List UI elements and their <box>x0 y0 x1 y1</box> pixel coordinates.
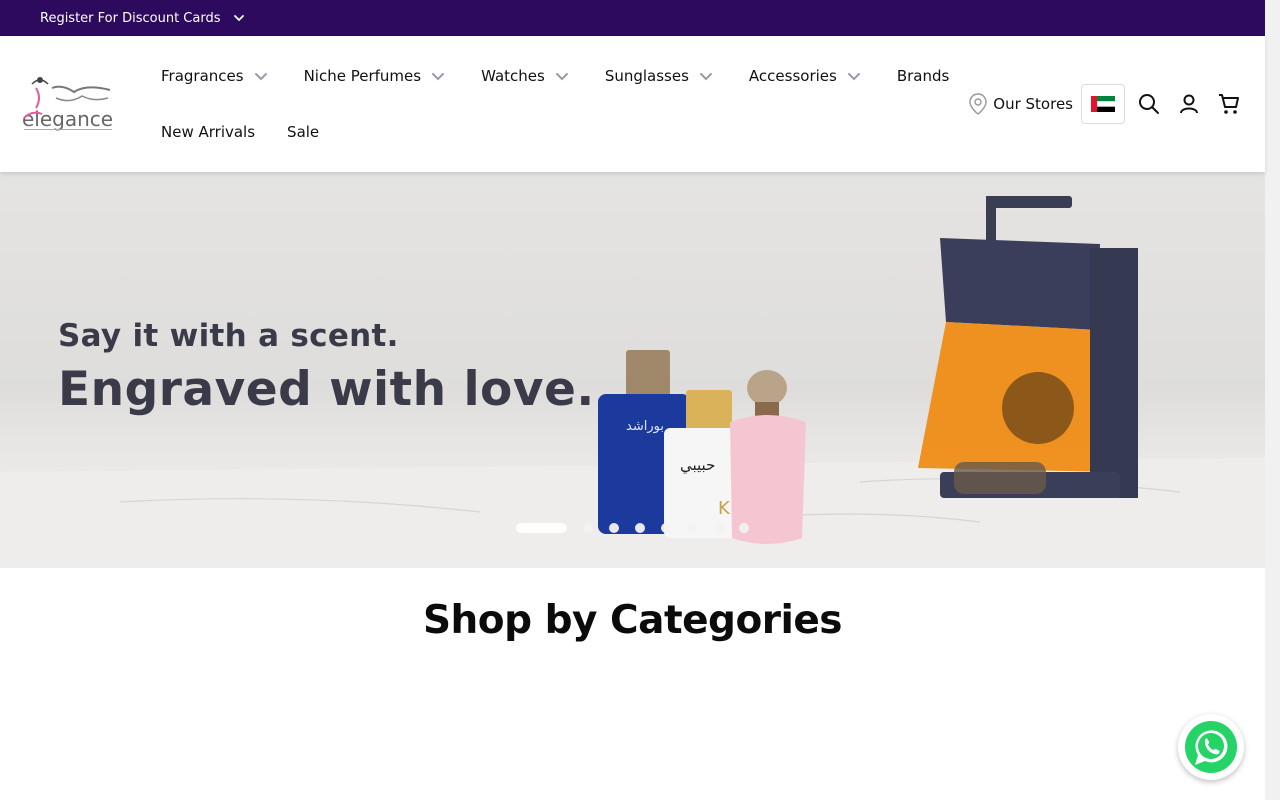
nav-new-arrivals[interactable]: New Arrivals <box>161 120 255 144</box>
discount-bar[interactable]: Register For Discount Cards <box>0 0 1265 36</box>
search-icon[interactable] <box>1137 92 1161 116</box>
whatsapp-button[interactable] <box>1178 714 1244 780</box>
slide-dot-2[interactable] <box>583 523 593 533</box>
svg-text:حبيبي: حبيبي <box>680 456 715 475</box>
header-tools: Our Stores <box>967 84 1241 124</box>
nav-sale-label: Sale <box>287 123 320 141</box>
nav-watches[interactable]: Watches <box>481 64 569 88</box>
discount-cards-link[interactable]: Register For Discount Cards <box>40 11 221 26</box>
slide-dot-7[interactable] <box>713 523 723 533</box>
site-header: elegance Fragrances Niche Perfumes Watch… <box>0 36 1265 172</box>
our-stores-label: Our Stores <box>993 95 1073 113</box>
slide-dot-5[interactable] <box>661 523 671 533</box>
slide-dot-1[interactable] <box>516 523 567 533</box>
chevron-down-icon <box>555 69 569 83</box>
user-icon[interactable] <box>1177 92 1201 116</box>
country-selector[interactable] <box>1081 84 1125 124</box>
svg-text:K: K <box>718 498 731 519</box>
hero-banner[interactable]: بوراشد حبيبي K Say it with a scent. Engr… <box>0 172 1265 568</box>
nav-niche-perfumes-label: Niche Perfumes <box>303 67 422 85</box>
nav-accessories-label: Accessories <box>748 67 837 85</box>
nav-new-arrivals-label: New Arrivals <box>161 123 256 141</box>
svg-text:elegance: elegance <box>22 107 113 131</box>
slide-dot-4[interactable] <box>635 523 645 533</box>
uae-flag-icon <box>1091 96 1115 112</box>
slide-dot-6[interactable] <box>687 523 697 533</box>
our-stores-link[interactable]: Our Stores <box>967 92 1073 116</box>
nav-sunglasses-label: Sunglasses <box>604 67 689 85</box>
slider-pagination <box>516 523 765 533</box>
slide-dot-8[interactable] <box>739 523 749 533</box>
page-scrollbar[interactable] <box>1265 0 1280 800</box>
chevron-down-icon[interactable] <box>233 12 245 24</box>
nav-watches-label: Watches <box>481 67 545 85</box>
whatsapp-icon <box>1185 721 1237 773</box>
nav-fragrances-label: Fragrances <box>161 67 244 85</box>
nav-fragrances[interactable]: Fragrances <box>161 64 268 88</box>
nav-brands-label: Brands <box>896 67 950 85</box>
nav-sale[interactable]: Sale <box>287 120 319 144</box>
shop-by-categories-title: Shop by Categories <box>422 598 843 643</box>
nav-niche-perfumes[interactable]: Niche Perfumes <box>304 64 446 88</box>
chevron-down-icon <box>699 69 713 83</box>
hero-tagline: Say it with a scent. <box>58 318 399 354</box>
nav-brands[interactable]: Brands <box>897 64 950 88</box>
site-logo[interactable]: elegance <box>22 74 116 136</box>
hero-headline: Engraved with love. <box>58 362 595 417</box>
nav-sunglasses[interactable]: Sunglasses <box>605 64 713 88</box>
chevron-down-icon <box>431 69 445 83</box>
location-pin-icon <box>967 92 989 116</box>
nav-accessories[interactable]: Accessories <box>749 64 861 88</box>
chevron-down-icon <box>847 69 861 83</box>
slide-dot-3[interactable] <box>609 523 619 533</box>
chevron-down-icon <box>254 69 268 83</box>
cart-icon[interactable] <box>1217 92 1241 116</box>
svg-text:بوراشد: بوراشد <box>626 419 664 434</box>
